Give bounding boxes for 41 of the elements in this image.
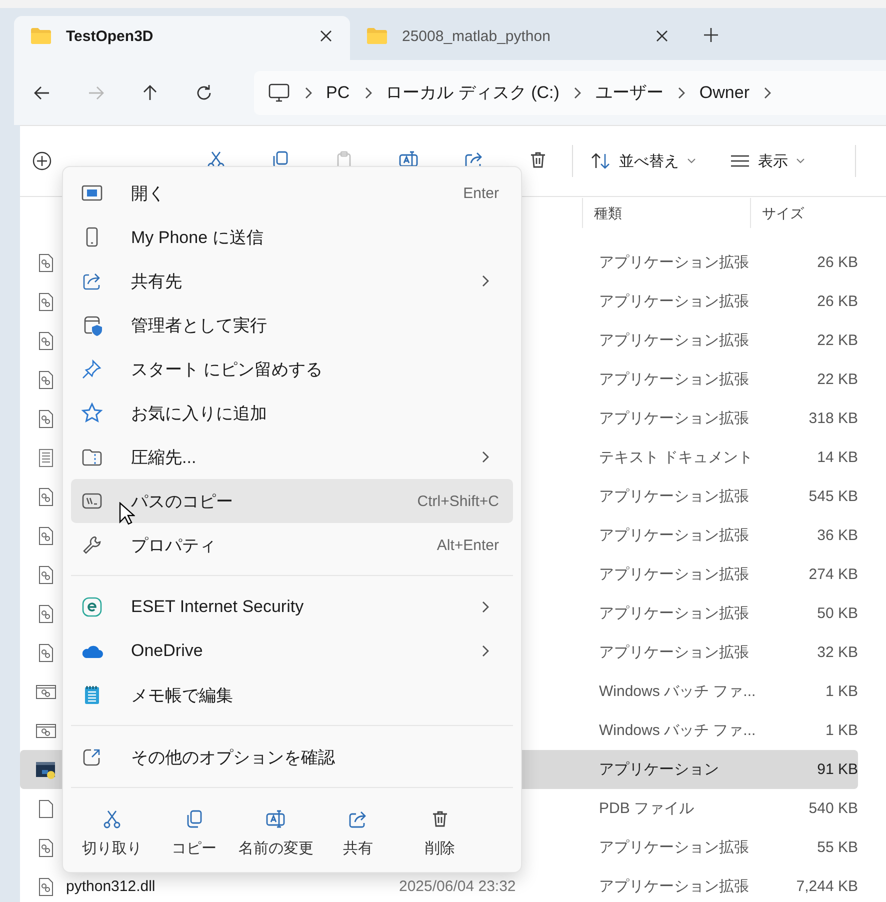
size-cell: 55 KB — [817, 839, 858, 856]
type-cell: アプリケーション拡張 — [599, 293, 749, 310]
type-cell: アプリケーション拡張 — [599, 410, 749, 427]
shortcut-label: Enter — [463, 184, 499, 202]
type-cell: アプリケーション — [599, 761, 719, 778]
size-cell: 26 KB — [817, 254, 858, 271]
type-cell: アプリケーション拡張 — [599, 371, 749, 388]
type-cell: アプリケーション拡張 — [599, 878, 749, 895]
size-cell: 318 KB — [808, 410, 858, 427]
size-cell: 22 KB — [817, 371, 858, 388]
size-cell: 32 KB — [817, 644, 858, 661]
date-cell: 2025/06/04 23:32 — [399, 878, 516, 895]
file-name: python312.dll — [66, 878, 156, 895]
size-cell: 36 KB — [817, 527, 858, 544]
size-cell: 26 KB — [817, 293, 858, 310]
type-cell: アプリケーション拡張 — [599, 332, 749, 349]
shortcut-label: Ctrl+Shift+C — [417, 492, 499, 510]
type-cell: アプリケーション拡張 — [599, 566, 749, 583]
type-cell: テキスト ドキュメント — [599, 449, 754, 466]
shortcut-label: Alt+Enter — [436, 536, 499, 554]
size-cell: 1 KB — [825, 683, 858, 700]
size-cell: 91 KB — [817, 761, 858, 778]
type-cell: アプリケーション拡張 — [599, 839, 749, 856]
type-cell: Windows バッチ ファ... — [599, 722, 756, 739]
size-cell: 14 KB — [817, 449, 858, 466]
type-cell: アプリケーション拡張 — [599, 254, 749, 271]
type-cell: アプリケーション拡張 — [599, 644, 749, 661]
size-cell: 540 KB — [808, 800, 858, 817]
size-cell: 545 KB — [808, 488, 858, 505]
size-cell: 7,244 KB — [796, 878, 858, 895]
size-cell: 22 KB — [817, 332, 858, 349]
size-cell: 50 KB — [817, 605, 858, 622]
type-cell: アプリケーション拡張 — [599, 488, 749, 505]
size-cell: 1 KB — [825, 722, 858, 739]
size-cell: 274 KB — [808, 566, 858, 583]
type-cell: アプリケーション拡張 — [599, 527, 749, 544]
tab-title: TestOpen3D — [66, 28, 154, 44]
tab-title: 25008_matlab_python — [402, 28, 552, 44]
type-cell: アプリケーション拡張 — [599, 605, 749, 622]
type-cell: Windows バッチ ファ... — [599, 683, 756, 700]
type-cell: PDB ファイル — [599, 800, 694, 817]
